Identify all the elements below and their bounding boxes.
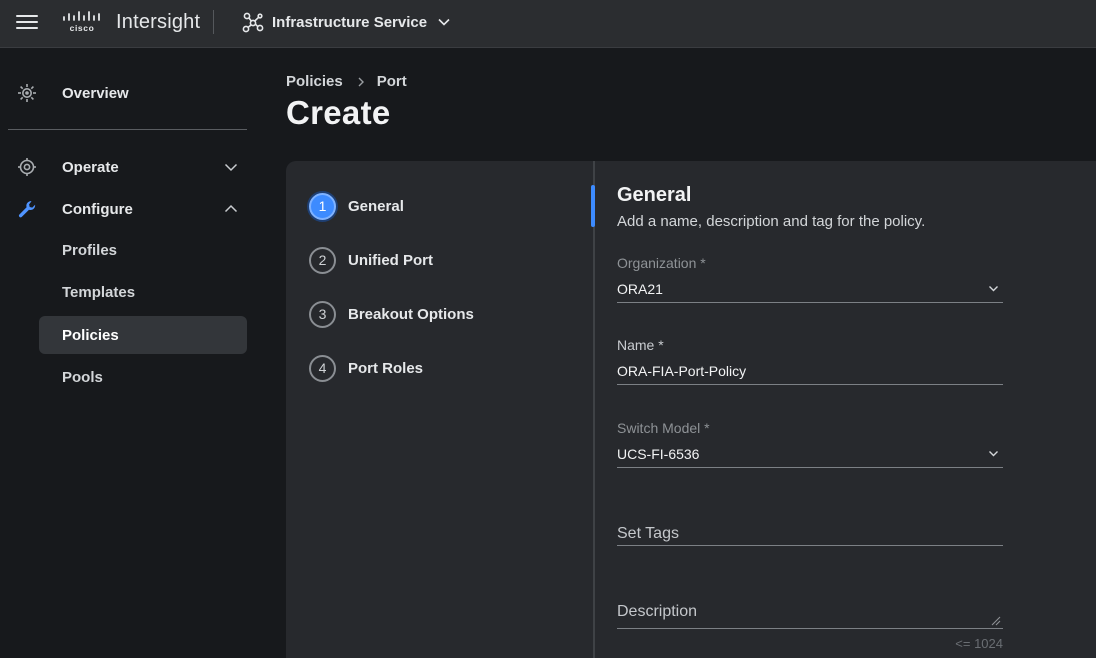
description-placeholder: Description <box>617 603 698 620</box>
active-step-indicator <box>591 185 595 227</box>
wrench-icon <box>18 201 36 218</box>
breadcrumb: Policies Port <box>286 73 407 90</box>
sidebar-item-pools[interactable]: Pools <box>39 358 247 396</box>
sidebar-item-profiles[interactable]: Profiles <box>39 231 247 269</box>
switch-model-value: UCS-FI-6536 <box>617 446 700 462</box>
steps-divider <box>593 161 595 658</box>
wizard-step-breakout-options[interactable]: 3 Breakout Options <box>309 300 474 328</box>
sidebar-subitem-label: Templates <box>62 284 136 301</box>
sidebar-item-overview[interactable]: Overview <box>0 74 262 112</box>
name-field: Name * ORA-FIA-Port-Policy <box>617 337 1003 385</box>
wizard-panel: 1 General 2 Unified Port 3 Breakout Opti… <box>286 161 1096 658</box>
header-divider <box>213 10 214 34</box>
sidebar-item-operate[interactable]: Operate <box>0 148 262 186</box>
sidebar-subitem-label: Policies <box>62 327 119 344</box>
chevron-down-icon <box>989 451 998 457</box>
sidebar-subitem-label: Pools <box>62 369 103 386</box>
service-label: Infrastructure Service <box>272 13 428 31</box>
sidebar-item-label: Operate <box>62 158 119 176</box>
tags-field: Set Tags <box>617 522 1003 546</box>
organization-value: ORA21 <box>617 281 663 297</box>
step-label: Breakout Options <box>348 305 474 323</box>
breadcrumb-policies-link[interactable]: Policies <box>286 73 343 90</box>
chevron-down-icon <box>224 163 238 172</box>
step-label: Port Roles <box>348 359 424 377</box>
name-label: Name * <box>617 337 664 353</box>
wizard-step-general[interactable]: 1 General <box>309 192 404 220</box>
organization-label: Organization * <box>617 255 706 271</box>
sidebar-item-configure[interactable]: Configure <box>0 190 262 228</box>
cisco-logo-icon: cisco <box>63 11 100 33</box>
resize-handle-icon[interactable] <box>991 616 1001 626</box>
chevron-down-icon <box>989 286 998 292</box>
menu-icon[interactable] <box>16 12 38 32</box>
chevron-up-icon <box>224 204 238 213</box>
step-label: Unified Port <box>348 251 433 269</box>
step-number: 3 <box>309 300 336 328</box>
wizard-step-port-roles[interactable]: 4 Port Roles <box>309 354 423 382</box>
sidebar-divider <box>8 129 247 130</box>
step-number: 4 <box>309 354 336 382</box>
tags-placeholder: Set Tags <box>617 525 679 542</box>
description-char-limit: <= 1024 <box>955 636 1003 651</box>
app-name: Intersight <box>116 11 201 33</box>
top-bar: cisco Intersight Infrastructure Service <box>0 0 1096 48</box>
svg-text:cisco: cisco <box>70 23 95 33</box>
sidebar-item-templates[interactable]: Templates <box>39 273 247 311</box>
breadcrumb-current: Port <box>376 73 407 90</box>
wizard-step-unified-port[interactable]: 2 Unified Port <box>309 246 433 274</box>
sidebar-subitem-label: Profiles <box>62 242 118 259</box>
switch-model-field: Switch Model * UCS-FI-6536 <box>617 420 1003 468</box>
service-switcher[interactable]: Infrastructure Service <box>242 8 451 36</box>
form-section-description: Add a name, description and tag for the … <box>617 213 926 230</box>
step-label: General <box>348 197 404 215</box>
organization-field: Organization * ORA21 <box>617 255 1003 303</box>
switch-model-label: Switch Model * <box>617 420 710 436</box>
tags-input[interactable]: Set Tags <box>617 522 1003 546</box>
sidebar: Overview Operate Configure Profiles Temp… <box>0 49 262 658</box>
name-value: ORA-FIA-Port-Policy <box>617 363 747 379</box>
step-number: 2 <box>309 246 336 274</box>
description-textarea[interactable]: Description <box>617 600 1003 629</box>
sidebar-item-policies[interactable]: Policies <box>39 316 247 354</box>
sidebar-item-label: Overview <box>62 84 129 102</box>
step-number: 1 <box>309 192 336 220</box>
overview-icon <box>18 84 36 102</box>
name-input[interactable]: ORA-FIA-Port-Policy <box>617 360 1003 385</box>
description-field: Description <box>617 600 1003 629</box>
organization-select[interactable]: ORA21 <box>617 278 1003 303</box>
form-section-title: General <box>617 184 692 206</box>
chevron-down-icon <box>438 18 450 26</box>
infrastructure-service-icon <box>242 12 264 33</box>
switch-model-select[interactable]: UCS-FI-6536 <box>617 443 1003 468</box>
sidebar-item-label: Configure <box>62 200 133 218</box>
operate-gear-icon <box>18 158 36 176</box>
chevron-right-icon <box>358 77 364 86</box>
page-title: Create <box>286 94 391 131</box>
